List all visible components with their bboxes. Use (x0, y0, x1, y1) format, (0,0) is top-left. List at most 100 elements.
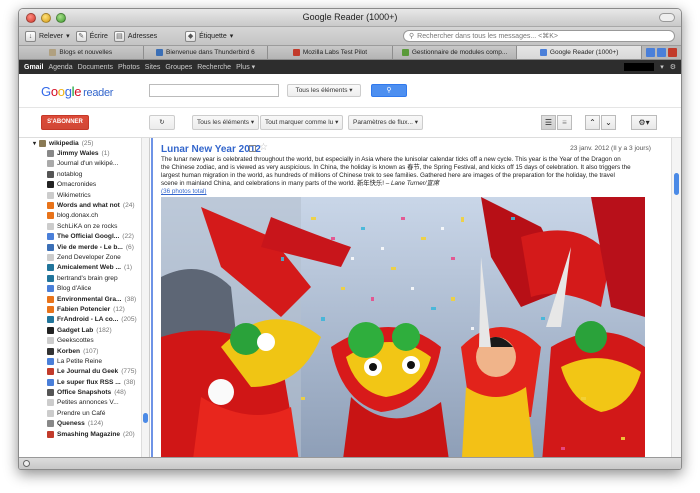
subscription-item[interactable]: Jimmy Wales (1) (19, 148, 149, 158)
subscription-item[interactable]: notablog (19, 169, 149, 179)
next-item-button[interactable]: ⌄ (601, 115, 616, 130)
subscription-item[interactable]: Environmental Gra... (38) (19, 294, 149, 304)
settings-button[interactable]: ⚙▾ (631, 115, 657, 130)
folder-icon (39, 139, 47, 147)
list-icon: ☰ (544, 118, 553, 127)
subscription-item[interactable]: SchLiKA on ze rocks (19, 221, 149, 231)
gbar-agenda[interactable]: Agenda (48, 64, 72, 71)
subscription-item[interactable]: Amicalement Web ... (1) (19, 263, 149, 273)
subscription-item[interactable]: Blog d'Alice (19, 283, 149, 293)
subscription-item[interactable]: Wikimetrics (19, 190, 149, 200)
mark-all-read-button[interactable]: Tout marquer comme lu ▾ (260, 115, 344, 130)
subscription-item[interactable]: Korben (107) (19, 346, 149, 356)
subscription-item[interactable]: Prendre un Café (19, 408, 149, 418)
calendar-icon[interactable] (645, 48, 655, 57)
subscription-item[interactable]: Smashing Magazine (20) (19, 429, 149, 439)
subscription-label: bertrand's brain grep (57, 274, 118, 282)
tag-icon: ◆ (185, 30, 197, 42)
tab-blogs[interactable]: Blogs et nouvelles (19, 46, 144, 59)
feed-favicon-icon (47, 150, 54, 158)
entry-scrollbar[interactable] (671, 138, 681, 457)
get-mail-button[interactable]: ↓ Relever ▾ (25, 30, 70, 42)
feed-favicon-icon (47, 378, 54, 386)
entry-photo[interactable] (161, 197, 645, 457)
dropdown-icon[interactable]: ▾ (660, 63, 664, 71)
subscription-item[interactable]: Le super flux RSS ... (38) (19, 377, 149, 387)
folder-wikipedia[interactable]: ▾ wikipedia (25) (19, 138, 149, 148)
subscription-label: Fabien Potencier (57, 305, 111, 313)
subscription-item[interactable]: FrAndroid - LA co... (205) (19, 315, 149, 325)
gbar-plus[interactable]: Plus ▾ (236, 63, 255, 71)
subscription-item[interactable]: Words and what not (24) (19, 200, 149, 210)
feed-favicon-icon (47, 264, 54, 272)
gbar-sites[interactable]: Sites (145, 64, 161, 71)
google-reader-logo[interactable]: Google reader (41, 84, 113, 99)
tab-label: Blogs et nouvelles (59, 49, 113, 56)
gear-icon[interactable]: ⚙ (670, 63, 676, 71)
subscription-label: Korben (57, 347, 81, 355)
subscription-item[interactable]: Omacronides (19, 180, 149, 190)
list-icon: ≡ (562, 118, 567, 127)
tab-google-reader[interactable]: Google Reader (1000+) (517, 46, 642, 59)
gbar-documents[interactable]: Documents (78, 64, 113, 71)
search-scope-select[interactable]: Tous les éléments ▾ (287, 84, 361, 97)
subscription-item[interactable]: bertrand's brain grep (19, 273, 149, 283)
photos-total-link[interactable]: (36 photos total) (161, 188, 207, 195)
browser-window: Google Reader (1000+) ↓ Relever ▾ ✎ Écri… (18, 8, 682, 470)
activity-icon[interactable] (23, 460, 30, 467)
subscription-item[interactable]: Office Snapshots (48) (19, 387, 149, 397)
entry-body: The lunar new year is celebrated through… (161, 156, 631, 196)
contacts-icon[interactable] (656, 48, 666, 57)
list-view-button[interactable]: ≡ (557, 115, 572, 130)
account-name[interactable] (624, 63, 655, 71)
refresh-button[interactable]: ↻ (149, 115, 175, 130)
toolbar-toggle-button[interactable] (659, 13, 675, 22)
filter-select[interactable]: Tous les éléments ▾ (192, 115, 260, 130)
reader-search-input[interactable] (149, 84, 279, 97)
subscription-label: Petites annonces V... (57, 399, 119, 407)
subscription-item[interactable]: Gadget Lab (182) (19, 325, 149, 335)
status-bar (19, 457, 681, 469)
subscription-label: Wikimetrics (57, 191, 91, 199)
subscription-item[interactable]: The Official Googl... (22) (19, 232, 149, 242)
scroll-thumb[interactable] (674, 173, 679, 195)
feed-favicon-icon (47, 295, 54, 303)
subscription-item[interactable]: La Petite Reine (19, 356, 149, 366)
unread-count: (22) (122, 233, 135, 241)
gbar-groupes[interactable]: Groupes (165, 64, 192, 71)
logo-google: Google (41, 84, 82, 99)
gbar-recherche[interactable]: Recherche (197, 64, 231, 71)
scroll-thumb[interactable] (143, 413, 148, 423)
address-book-button[interactable]: ▤ Adresses (113, 30, 157, 42)
mail-icon[interactable] (667, 48, 677, 57)
subscription-item[interactable]: Vie de merde - Le b... (6) (19, 242, 149, 252)
external-link-icon[interactable] (249, 145, 256, 152)
gbar-gmail[interactable]: Gmail (24, 64, 43, 71)
star-icon[interactable]: ☆ (259, 142, 268, 153)
entry-title[interactable]: Lunar New Year 2012 (161, 144, 261, 155)
search-button[interactable]: ⚲ (371, 84, 407, 97)
subscription-item[interactable]: Le Journal du Geek (775) (19, 367, 149, 377)
subscription-item[interactable]: Zend Developer Zone (19, 252, 149, 262)
expanded-view-button[interactable]: ☰ (541, 115, 556, 130)
subscription-item[interactable]: Queness (124) (19, 419, 149, 429)
tab-testpilot[interactable]: Mozilla Labs Test Pilot (268, 46, 393, 59)
compose-button[interactable]: ✎ Écrire (75, 30, 108, 42)
subscription-label: blog.donax.ch (57, 212, 99, 220)
subscribe-button[interactable]: S'ABONNER (41, 115, 89, 130)
mail-search-input[interactable]: ⚲ Rechercher dans tous les messages... <… (403, 30, 675, 42)
tag-button[interactable]: ◆ Étiquette ▾ (185, 30, 233, 42)
tab-thunderbird[interactable]: Bienvenue dans Thunderbird 6 (143, 46, 269, 59)
subscription-item[interactable]: Geekscottes (19, 335, 149, 345)
feed-favicon-icon (47, 305, 54, 313)
gbar-photos[interactable]: Photos (118, 64, 140, 71)
subscription-item[interactable]: Journal d'un wikipé... (19, 159, 149, 169)
subscription-item[interactable]: blog.donax.ch (19, 211, 149, 221)
subscription-item[interactable]: Petites annonces V... (19, 398, 149, 408)
tab-addons[interactable]: Gestionnaire de modules comp... (392, 46, 518, 59)
previous-item-button[interactable]: ⌃ (585, 115, 600, 130)
sidebar-scrollbar[interactable] (141, 138, 149, 457)
subscription-label: Vie de merde - Le b... (57, 243, 123, 251)
subscription-item[interactable]: Fabien Potencier (12) (19, 304, 149, 314)
feed-settings-button[interactable]: Paramètres de flux... ▾ (348, 115, 424, 130)
